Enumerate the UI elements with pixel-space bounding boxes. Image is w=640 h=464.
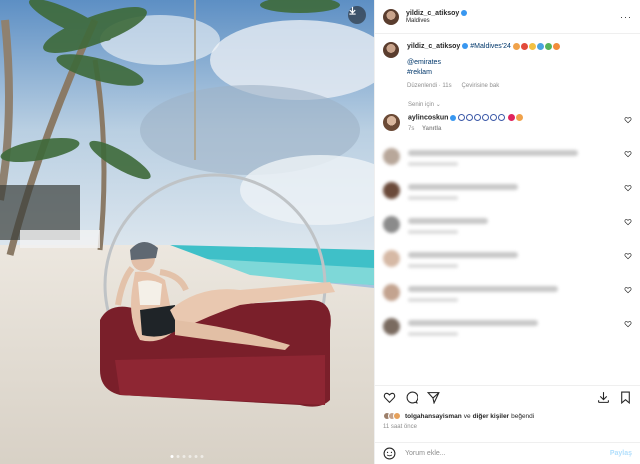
reply-button[interactable]: Yanıtla	[422, 126, 441, 132]
like-heart-icon[interactable]	[383, 391, 396, 404]
post-photo[interactable]	[0, 0, 374, 464]
like-comment-heart-icon[interactable]	[624, 218, 632, 226]
beach-swing-image	[0, 0, 374, 464]
carousel-dot[interactable]	[170, 455, 174, 458]
caption-username[interactable]: yildiz_c_atiksoy	[407, 43, 460, 50]
blurred-text	[408, 252, 518, 258]
caption-author-avatar[interactable]	[383, 42, 399, 58]
comment-item: aylincoskun 7s Yanıtla	[375, 108, 640, 142]
comment-input[interactable]: Yorum ekle...	[405, 450, 446, 457]
edited-timestamp: Düzenlendi · 11s	[407, 83, 452, 89]
comment-time: 7s	[408, 126, 415, 133]
carousel-dot[interactable]	[188, 455, 192, 458]
emoji-icon	[520, 42, 528, 50]
emoji-picker-icon[interactable]	[383, 447, 396, 460]
emoji-icon	[536, 42, 544, 50]
comment-item-blurred	[375, 278, 640, 312]
evil-eye-emoji-icon	[482, 114, 490, 121]
like-comment-heart-icon[interactable]	[624, 320, 632, 328]
blurred-text	[408, 150, 578, 156]
blurred-text	[408, 184, 518, 190]
blurred-text	[408, 286, 558, 292]
blurred-text	[408, 218, 488, 224]
blurred-text	[408, 230, 458, 234]
evil-eye-emoji-icon	[458, 114, 466, 121]
likes-connector: ve	[463, 412, 471, 420]
post-caption: yildiz_c_atiksoy #Maldives'24 @emirates …	[375, 34, 640, 91]
carousel-dot[interactable]	[176, 455, 180, 458]
carousel-indicator	[170, 455, 204, 458]
author-avatar[interactable]	[383, 8, 399, 25]
liker-avatar[interactable]	[393, 412, 401, 420]
evil-eye-emoji-icon	[498, 114, 506, 121]
commenter-avatar[interactable]	[383, 318, 400, 335]
caption-hashtag-reklam[interactable]: #reklam	[407, 69, 432, 76]
comment-item-blurred	[375, 312, 640, 346]
like-comment-heart-icon[interactable]	[624, 252, 632, 260]
blurred-text	[408, 264, 458, 268]
emoji-icon	[528, 42, 536, 50]
commenter-avatar[interactable]	[383, 216, 400, 233]
caption-hashtag[interactable]: #Maldives'24	[470, 43, 511, 50]
liker-username[interactable]: tolgahansayisman	[405, 413, 462, 420]
like-comment-heart-icon[interactable]	[624, 286, 632, 294]
carousel-dot[interactable]	[200, 455, 204, 458]
comment-icon[interactable]	[405, 391, 418, 404]
post-comment-button[interactable]: Paylaş	[610, 450, 632, 457]
likes-summary: tolgahansayisman ve diğer kişiler beğend…	[383, 412, 632, 420]
like-comment-heart-icon[interactable]	[624, 184, 632, 192]
like-comment-heart-icon[interactable]	[624, 150, 632, 158]
commenter-avatar[interactable]	[383, 284, 400, 301]
sort-label: Senin için	[408, 102, 435, 108]
commenter-avatar[interactable]	[383, 250, 400, 267]
emoji-icon	[512, 42, 520, 50]
emoji-icon	[552, 42, 560, 50]
caption-mention[interactable]: @emirates	[407, 59, 441, 66]
location-link[interactable]: Maldives	[406, 18, 467, 24]
post-details-panel: yildiz_c_atiksoy Maldives ··· yildiz_c_a…	[374, 0, 640, 464]
evil-eye-emoji-icon	[474, 114, 482, 121]
comment-item-blurred	[375, 244, 640, 278]
download-icon	[349, 6, 356, 15]
commenter-username[interactable]: aylincoskun	[408, 114, 448, 121]
chevron-down-icon: ⌄	[435, 102, 441, 108]
commenter-avatar[interactable]	[383, 114, 400, 131]
blurred-text	[408, 196, 458, 200]
save-image-button[interactable]	[348, 6, 366, 24]
verified-badge-icon	[461, 9, 468, 16]
emoji-icon	[516, 114, 524, 121]
post-viewer: yildiz_c_atiksoy Maldives ··· yildiz_c_a…	[0, 0, 640, 464]
blurred-text	[408, 298, 458, 302]
comment-sort-dropdown[interactable]: Senin için ⌄	[375, 91, 640, 108]
heart-emoji-icon	[508, 114, 516, 121]
download-icon[interactable]	[597, 391, 610, 404]
likes-suffix: beğendi	[511, 412, 535, 420]
carousel-dot[interactable]	[182, 455, 186, 458]
see-translation-link[interactable]: Çevirisine bak	[462, 83, 500, 89]
post-time-ago: 11 saat önce	[383, 424, 417, 430]
post-actions: tolgahansayisman ve diğer kişiler beğend…	[375, 385, 640, 430]
commenter-avatar[interactable]	[383, 148, 400, 165]
comment-item-blurred	[375, 210, 640, 244]
add-comment-bar: Yorum ekle... Paylaş	[375, 442, 640, 464]
emoji-icon	[544, 42, 552, 50]
evil-eye-emoji-icon	[490, 114, 498, 121]
verified-badge-icon	[462, 43, 469, 50]
post-header: yildiz_c_atiksoy Maldives ···	[375, 0, 640, 34]
share-icon[interactable]	[427, 391, 440, 404]
blurred-text	[408, 332, 458, 336]
bookmark-icon[interactable]	[619, 391, 632, 404]
commenter-avatar[interactable]	[383, 182, 400, 199]
other-likers-link[interactable]: diğer kişiler	[473, 413, 510, 420]
carousel-dot[interactable]	[194, 455, 198, 458]
more-options-icon[interactable]: ···	[620, 12, 632, 22]
author-username[interactable]: yildiz_c_atiksoy	[406, 10, 459, 17]
verified-badge-icon	[450, 114, 457, 121]
blurred-text	[408, 162, 458, 166]
like-comment-heart-icon[interactable]	[624, 116, 632, 124]
comment-item-blurred	[375, 142, 640, 176]
blurred-text	[408, 320, 538, 326]
evil-eye-emoji-icon	[466, 114, 474, 121]
comment-item-blurred	[375, 176, 640, 210]
